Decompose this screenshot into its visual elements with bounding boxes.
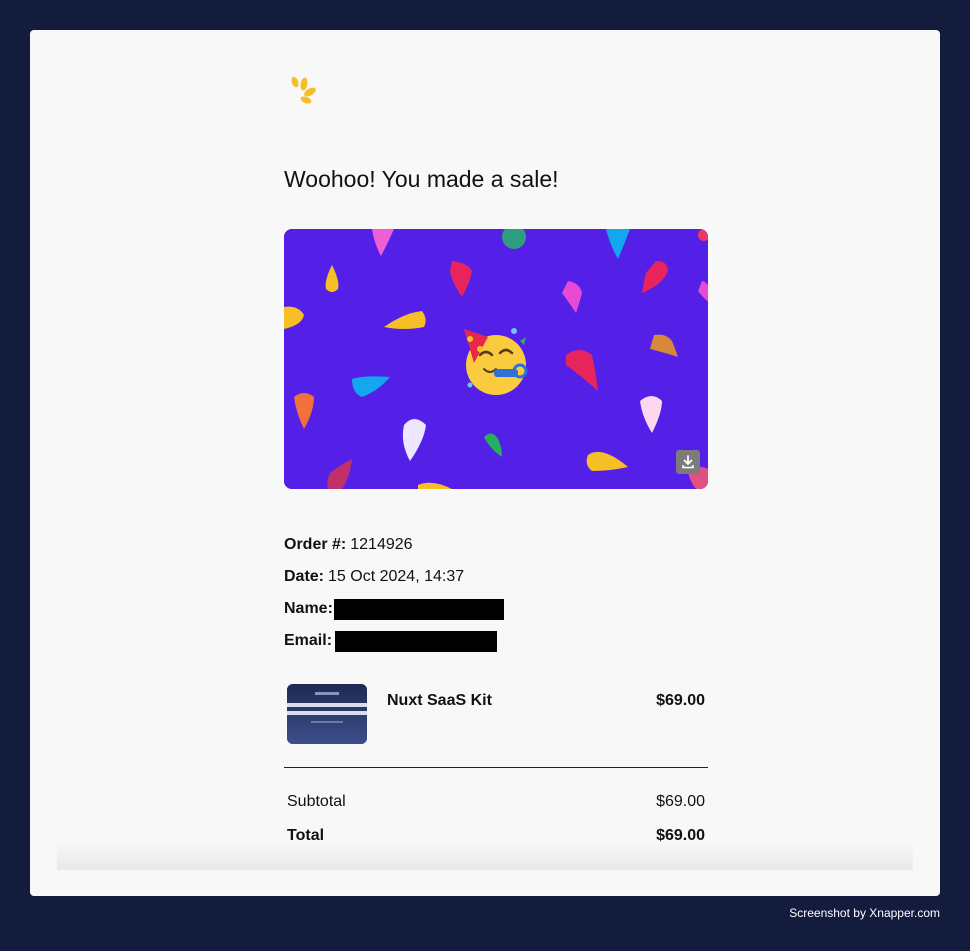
date-value: 15 Oct 2024, 14:37 [328,568,465,585]
product-thumbnail [287,684,367,744]
total-row: Total $69.00 [287,826,705,860]
product-row: Nuxt SaaS Kit $69.00 [284,684,708,744]
screenshot-credit: Screenshot by Xnapper.com [789,906,940,920]
order-number-row: Order #: 1214926 [284,535,708,567]
total-label: Total [287,827,325,844]
product-price: $69.00 [656,692,705,709]
download-icon [682,455,694,469]
subtotal-row: Subtotal $69.00 [287,792,705,826]
email-card: Woohoo! You made a sale! Order #: 121492… [30,30,940,896]
order-details: Order #: 1214926 Date: 15 Oct 2024, 14:3… [284,535,708,663]
hero-image [284,229,708,489]
download-button[interactable] [676,450,700,474]
redacted-email [335,631,498,652]
subtotal-label: Subtotal [287,793,346,810]
total-value: $69.00 [656,827,705,844]
redacted-name [333,599,504,620]
product-name: Nuxt SaaS Kit [387,692,492,709]
name-label: Name: [284,600,333,617]
order-totals: Subtotal $69.00 Total $69.00 [287,792,705,860]
logo-icon [284,70,324,110]
name-row: Name: [284,599,708,631]
subtotal-value: $69.00 [656,793,705,810]
page-title: Woohoo! You made a sale! [284,166,559,192]
divider [284,767,708,768]
email-label: Email: [284,632,333,649]
order-number-label: Order #: [284,536,347,553]
date-label: Date: [284,568,325,585]
order-number-value: 1214926 [350,536,413,553]
date-row: Date: 15 Oct 2024, 14:37 [284,567,708,599]
email-row: Email: [284,631,708,663]
